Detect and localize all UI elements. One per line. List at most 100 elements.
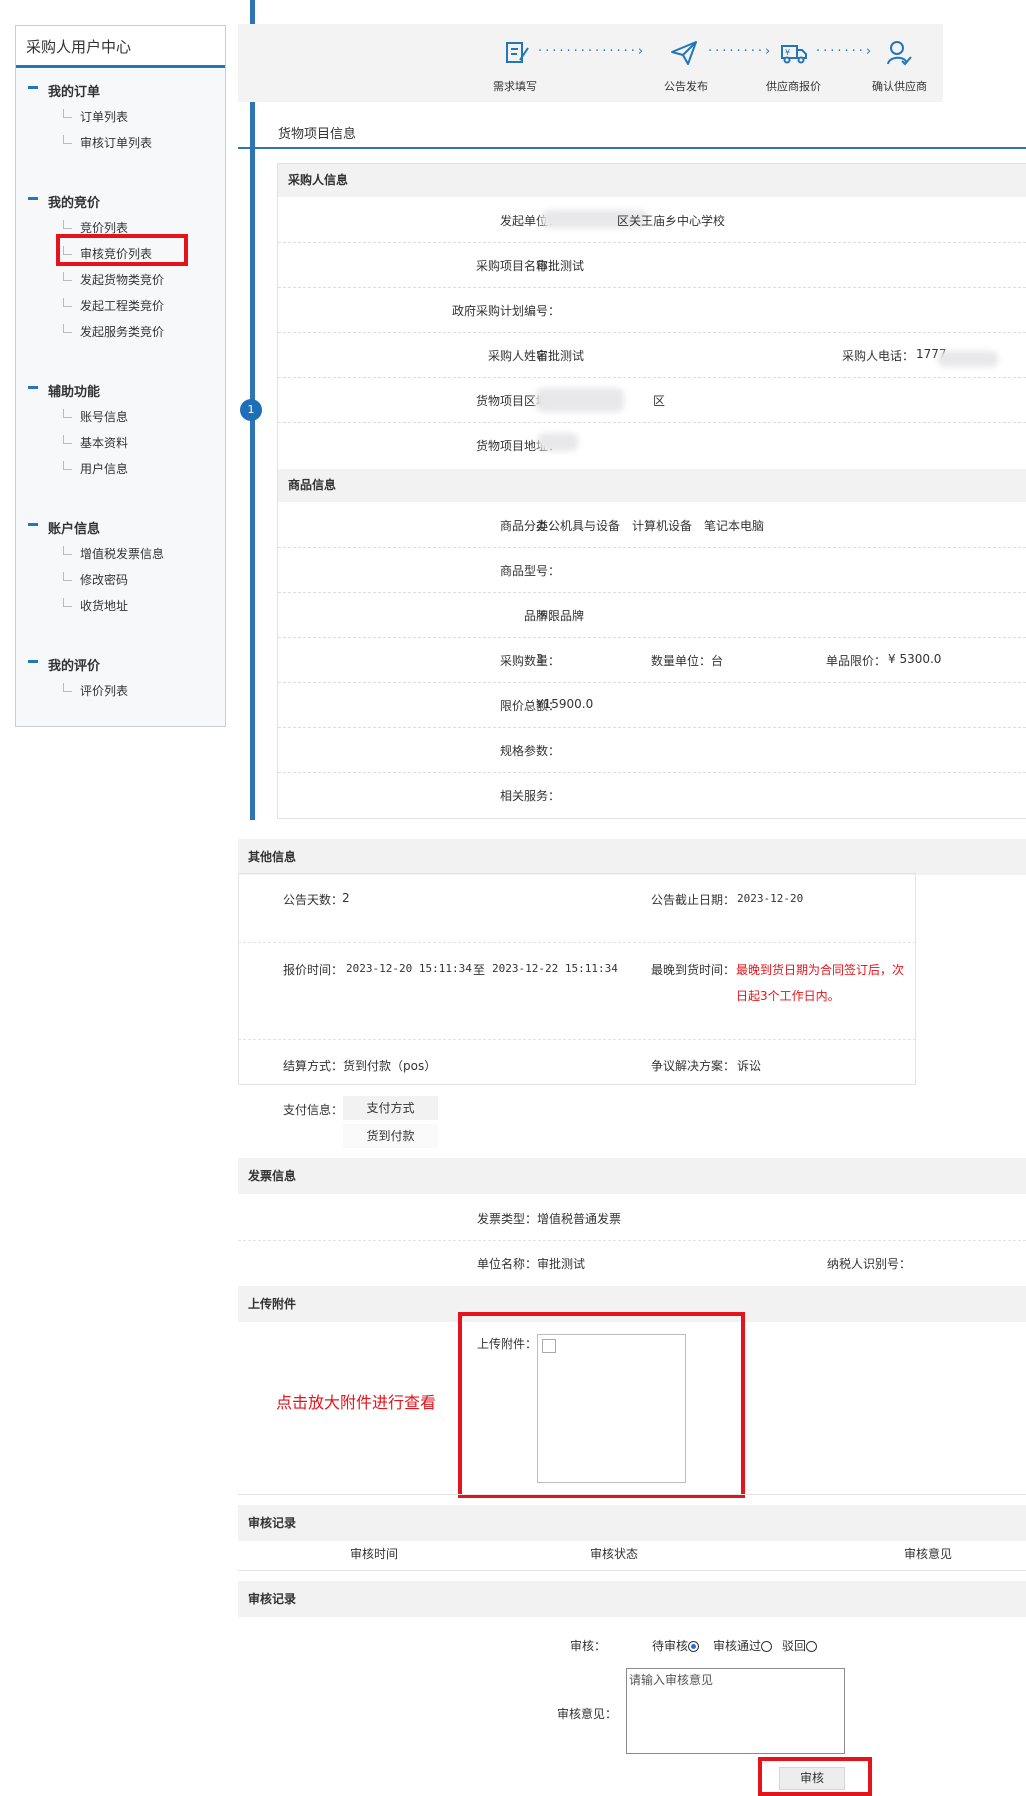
sidebar-item-user-info[interactable]: 用户信息: [63, 460, 128, 477]
step-label-requirement: 需求填写: [493, 80, 537, 93]
highlight-box-sidebar: [56, 234, 188, 266]
delivery-label: 最晚到货时间：: [651, 963, 736, 977]
quote-time-label: 报价时间：: [283, 963, 344, 977]
quote-time-to: 至: [473, 963, 486, 977]
row-spec: 规格参数：: [278, 728, 1026, 773]
row-brand: 品牌： 不限品牌: [278, 593, 1026, 638]
highlight-box-attachment: [458, 1312, 745, 1498]
row-total-limit: 限价总额： ¥15900.0: [278, 683, 1026, 728]
row-goods-model: 商品型号：: [278, 548, 1026, 593]
step-arrow-icon: ··············›: [538, 44, 647, 59]
radio-reject[interactable]: [806, 1641, 818, 1652]
payment-info-label: 支付信息：: [283, 1103, 344, 1117]
radio-pending[interactable]: [688, 1641, 700, 1652]
announce-days-value: 2: [342, 891, 350, 905]
row-project-address: 货物项目地址：: [278, 423, 1026, 467]
dash-icon: [28, 386, 38, 389]
settlement-label: 结算方式：: [283, 1059, 344, 1073]
sidebar-item-account-info[interactable]: 账号信息: [63, 408, 128, 425]
audit-opinion-input[interactable]: [626, 1668, 845, 1754]
divider: [238, 1240, 1026, 1241]
row-purchaser-name: 采购人姓名： 审批测试 采购人电话： 1777: [278, 333, 1026, 378]
redacted-mask: [538, 433, 578, 451]
goods-project-info-panel: 采购人信息 发起单位： 区关王庙乡中心学校 采购项目名称： 审批测试 政府采购计…: [277, 163, 1026, 819]
sidebar-group-reviews[interactable]: 我的评价: [28, 655, 100, 674]
divider: [238, 1570, 1026, 1571]
annotation-note: 点击放大附件进行查看: [276, 1393, 437, 1412]
audit-option-reject[interactable]: 驳回: [782, 1637, 818, 1654]
divider: [238, 942, 916, 943]
sidebar-item-change-password[interactable]: 修改密码: [63, 571, 128, 588]
tree-branch-icon: [63, 272, 72, 281]
progress-steps: ··············› ········› ¥ ·······› 需求填…: [238, 24, 943, 102]
radio-approve[interactable]: [761, 1641, 773, 1652]
column-audit-time: 审核时间: [350, 1547, 399, 1561]
sidebar-group-bidding[interactable]: 我的竞价: [28, 192, 100, 211]
invoice-unit-label: 单位名称：: [477, 1257, 538, 1271]
delivery-value-line1: 最晚到货日期为合同签订后，次: [736, 963, 905, 977]
sidebar-group-account[interactable]: 账户信息: [28, 518, 100, 537]
divider: [238, 1494, 1026, 1495]
sidebar-group-aux[interactable]: 辅助功能: [28, 381, 100, 400]
tree-branch-icon: [63, 461, 72, 470]
row-goods-category: 商品分类： 办公机具与设备 计算机设备 笔记本电脑: [278, 503, 1026, 548]
tree-branch-icon: [63, 135, 72, 144]
dash-icon: [28, 523, 38, 526]
audit-opinion-label: 审核意见：: [557, 1707, 618, 1721]
taxpayer-id-label: 纳税人识别号：: [827, 1257, 912, 1271]
sidebar-item-service-bid[interactable]: 发起服务类竞价: [63, 323, 164, 340]
tree-branch-icon: [63, 435, 72, 444]
audit-option-approve[interactable]: 审核通过: [713, 1637, 773, 1654]
svg-text:¥: ¥: [785, 48, 790, 57]
sidebar-item-review-list[interactable]: 评价列表: [63, 682, 128, 699]
dispute-value: 诉讼: [737, 1059, 762, 1073]
tab-underline: [238, 147, 278, 149]
row-project-name: 采购项目名称： 审批测试: [278, 243, 1026, 288]
delivery-truck-icon: ¥: [781, 45, 807, 64]
row-quantity: 采购数量： 3 数量单位： 台 单品限价： ¥ 5300.0: [278, 638, 1026, 683]
sidebar-item-engineering-bid[interactable]: 发起工程类竞价: [63, 297, 164, 314]
timeline-step-marker: 1: [240, 399, 262, 421]
quote-time-end: 2023-12-22 15:11:34: [492, 962, 618, 975]
sidebar-item-shipping-address[interactable]: 收货地址: [63, 597, 128, 614]
audit-form-header: 审核记录: [238, 1581, 1026, 1617]
redacted-mask: [536, 388, 624, 412]
tree-branch-icon: [63, 220, 72, 229]
column-audit-opinion: 审核意见: [904, 1547, 953, 1561]
sidebar-item-order-list[interactable]: 订单列表: [63, 108, 128, 125]
announce-days-label: 公告天数：: [283, 893, 344, 907]
tab-label: 货物项目信息: [278, 127, 357, 142]
sidebar-item-basic-profile[interactable]: 基本资料: [63, 434, 128, 451]
sidebar-item-audit-order-list[interactable]: 审核订单列表: [63, 134, 152, 151]
audit-records-header: 审核记录: [238, 1505, 1026, 1541]
tab-goods-project-info[interactable]: 货物项目信息: [238, 113, 1026, 149]
dash-icon: [28, 660, 38, 663]
step-arrow-icon: ·······›: [816, 44, 875, 59]
form-edit-icon: [506, 42, 529, 63]
goods-info-header: 商品信息: [278, 469, 1026, 502]
tree-branch-icon: [63, 298, 72, 307]
audit-option-pending[interactable]: 待审核: [652, 1637, 700, 1654]
tree-branch-icon: [63, 324, 72, 333]
row-service: 相关服务：: [499, 789, 560, 803]
sidebar-group-orders[interactable]: 我的订单: [28, 81, 100, 100]
row-unit: 发起单位： 区关王庙乡中心学校: [278, 198, 1026, 243]
row-plan-number: 政府采购计划编号：: [278, 288, 1026, 333]
tree-branch-icon: [63, 546, 72, 555]
step-label-announcement: 公告发布: [664, 80, 708, 93]
other-info-header: 其他信息: [238, 839, 1026, 875]
invoice-type-label: 发票类型：: [477, 1212, 538, 1226]
sidebar: 采购人用户中心 我的订单 订单列表 审核订单列表 我的竞价 竞价列表 审核竞价列…: [15, 25, 226, 727]
column-audit-status: 审核状态: [590, 1547, 639, 1561]
sidebar-item-vat-invoice[interactable]: 增值税发票信息: [63, 545, 164, 562]
audit-label: 审核：: [570, 1639, 607, 1653]
user-check-icon: [887, 41, 912, 66]
announce-deadline-value: 2023-12-20: [737, 892, 804, 905]
purchaser-info-header: 采购人信息: [278, 164, 1026, 197]
step-label-supplier-quote: 供应商报价: [766, 80, 821, 93]
redacted-mask: [938, 351, 998, 367]
dispute-label: 争议解决方案：: [651, 1059, 736, 1073]
invoice-type-value: 增值税普通发票: [537, 1212, 622, 1226]
invoice-unit-value: 审批测试: [537, 1257, 586, 1271]
sidebar-item-goods-bid[interactable]: 发起货物类竞价: [63, 271, 164, 288]
